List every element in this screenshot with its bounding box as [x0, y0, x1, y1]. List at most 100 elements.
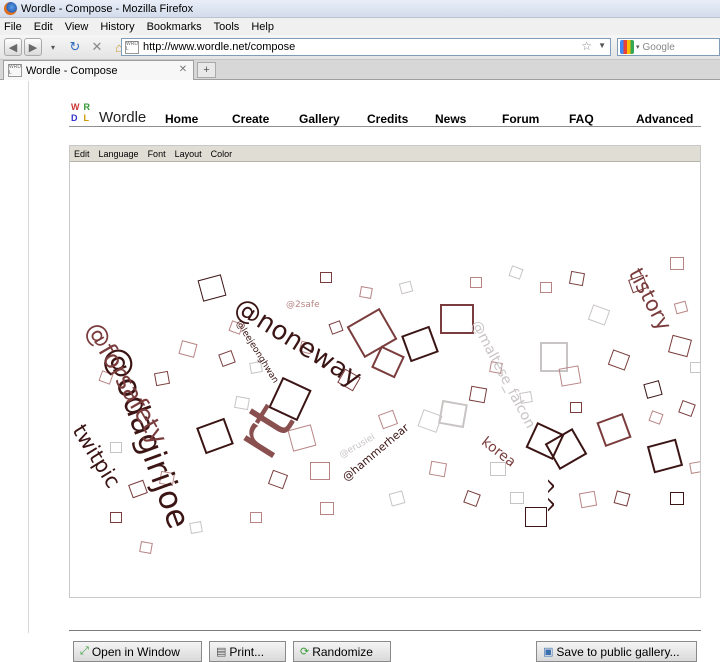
- menu-view[interactable]: View: [65, 21, 89, 33]
- back-button[interactable]: ◀: [4, 38, 22, 56]
- applet-menu-edit[interactable]: Edit: [74, 149, 90, 159]
- open-in-window-button[interactable]: ⤢ Open in Window: [73, 641, 202, 662]
- applet-menu-color[interactable]: Color: [211, 149, 233, 159]
- randomize-button[interactable]: ⟳ Randomize: [293, 641, 391, 662]
- cloud-word-tistory: tistory: [623, 264, 677, 335]
- cloud-glyph-box: [320, 502, 334, 515]
- cloud-glyph-box: [438, 399, 468, 429]
- url-bar[interactable]: WRDL http://www.wordle.net/compose ☆ ▼: [121, 38, 611, 56]
- reload-icon[interactable]: ↻: [66, 38, 84, 56]
- menu-bar: File Edit View History Bookmarks Tools H…: [0, 18, 720, 35]
- navigation-toolbar: ◀ ▶ ▾ ↻ ✕ ⌂ WRDL http://www.wordle.net/c…: [0, 35, 720, 60]
- google-search-engine-icon[interactable]: [620, 40, 634, 54]
- cloud-glyph-box: [218, 349, 236, 368]
- cloud-glyph-box: [510, 492, 524, 504]
- cloud-glyph-box: [197, 274, 227, 302]
- nav-advanced[interactable]: Advanced: [636, 112, 693, 126]
- site-name: Wordle: [99, 109, 147, 126]
- menu-bookmarks[interactable]: Bookmarks: [147, 21, 202, 33]
- footer-divider: [69, 630, 701, 631]
- cloud-glyph-box: [689, 461, 700, 474]
- menu-tools[interactable]: Tools: [214, 21, 240, 33]
- cloud-glyph-box: [587, 304, 611, 326]
- nav-forum[interactable]: Forum: [502, 112, 539, 126]
- cloud-glyph-box: [110, 512, 122, 523]
- cloud-glyph-box: [673, 300, 689, 315]
- search-bar[interactable]: ▾ Google: [617, 38, 720, 56]
- cloud-word-caret: ^^: [532, 477, 557, 514]
- tab-wordle-compose[interactable]: WRDL Wordle - Compose ✕: [3, 60, 194, 80]
- history-dropdown-icon[interactable]: ▾: [44, 38, 62, 56]
- cloud-glyph-box: [570, 402, 582, 413]
- cloud-glyph-box: [428, 460, 448, 478]
- cloud-glyph-box: [178, 340, 198, 358]
- cloud-glyph-box: [470, 277, 482, 288]
- cloud-word-maltese-falcon: @maltese_falcon: [467, 318, 539, 432]
- page-border: [28, 81, 29, 633]
- cloud-glyph-box: [508, 265, 524, 280]
- header-divider: [69, 126, 701, 127]
- applet-menu-language[interactable]: Language: [99, 149, 139, 159]
- url-text: http://www.wordle.net/compose: [143, 41, 296, 53]
- cloud-glyph-box: [540, 282, 552, 293]
- window-title: Wordle - Compose - Mozilla Firefox: [21, 2, 194, 15]
- wordle-applet[interactable]: Edit Language Font Layout Color @odagiri…: [69, 145, 701, 662]
- cloud-glyph-box: [359, 286, 373, 299]
- cloud-word-twitpic: twitpic: [70, 420, 126, 493]
- plus-icon: +: [203, 64, 210, 76]
- tab-favicon-icon: WRDL: [8, 64, 22, 77]
- cloud-glyph-box: [310, 462, 330, 480]
- expand-window-icon: ⤢: [80, 645, 89, 657]
- nav-home[interactable]: Home: [165, 112, 198, 126]
- url-dropdown-icon[interactable]: ▼: [598, 41, 606, 50]
- print-button[interactable]: ▤ Print...: [209, 641, 286, 662]
- word-cloud-canvas[interactable]: @odagirijoe @forsafety twitpic @noneway …: [70, 162, 700, 597]
- tab-label: Wordle - Compose: [26, 64, 118, 77]
- applet-menu-font[interactable]: Font: [148, 149, 166, 159]
- cloud-glyph-box: [250, 512, 262, 523]
- applet-menu-bar: Edit Language Font Layout Color: [70, 146, 700, 162]
- cloud-glyph-box: [596, 412, 632, 448]
- search-engine-dropdown-icon[interactable]: ▾: [636, 43, 640, 51]
- bookmark-star-icon[interactable]: ☆: [581, 39, 592, 53]
- cloud-glyph-box: [613, 490, 631, 507]
- cloud-glyph-box: [139, 541, 153, 554]
- save-disk-icon: ▣: [543, 646, 554, 658]
- firefox-logo-icon: [4, 2, 17, 15]
- nav-credits[interactable]: Credits: [367, 112, 408, 126]
- cloud-glyph-box: [646, 438, 684, 474]
- cloud-glyph-box: [670, 257, 684, 270]
- wordle-logo[interactable]: W R D L: [71, 102, 96, 124]
- cloud-glyph-box: [607, 349, 631, 371]
- nav-news[interactable]: News: [435, 112, 466, 126]
- cloud-glyph-box: [110, 442, 122, 453]
- cloud-glyph-box: [558, 365, 582, 387]
- cloud-glyph-box: [568, 270, 586, 287]
- nav-faq[interactable]: FAQ: [569, 112, 594, 126]
- forward-arrow-icon: ▶: [28, 41, 38, 54]
- menu-file[interactable]: File: [4, 21, 22, 33]
- cloud-glyph-box: [401, 325, 439, 363]
- cloud-glyph-box: [668, 334, 692, 358]
- cloud-glyph-box: [267, 469, 289, 490]
- menu-history[interactable]: History: [100, 21, 134, 33]
- printer-icon: ▤: [216, 646, 227, 658]
- cloud-glyph-box: [670, 492, 684, 505]
- nav-create[interactable]: Create: [232, 112, 269, 126]
- cloud-glyph-box: [463, 489, 481, 508]
- new-tab-button[interactable]: +: [197, 62, 216, 78]
- cloud-glyph-box: [690, 362, 700, 373]
- cloud-glyph-box: [468, 385, 488, 404]
- forward-button[interactable]: ▶: [24, 38, 42, 56]
- cloud-glyph-box: [388, 490, 406, 507]
- cloud-glyph-box: [417, 409, 443, 433]
- menu-edit[interactable]: Edit: [34, 21, 53, 33]
- menu-help[interactable]: Help: [251, 21, 274, 33]
- applet-menu-layout[interactable]: Layout: [175, 149, 202, 159]
- save-to-gallery-button[interactable]: ▣ Save to public gallery...: [536, 641, 697, 662]
- tab-close-icon[interactable]: ✕: [177, 64, 189, 76]
- cloud-glyph-box: [398, 280, 414, 295]
- nav-gallery[interactable]: Gallery: [299, 112, 340, 126]
- cloud-word-2safe: @2safe: [286, 300, 320, 310]
- stop-icon[interactable]: ✕: [88, 38, 106, 56]
